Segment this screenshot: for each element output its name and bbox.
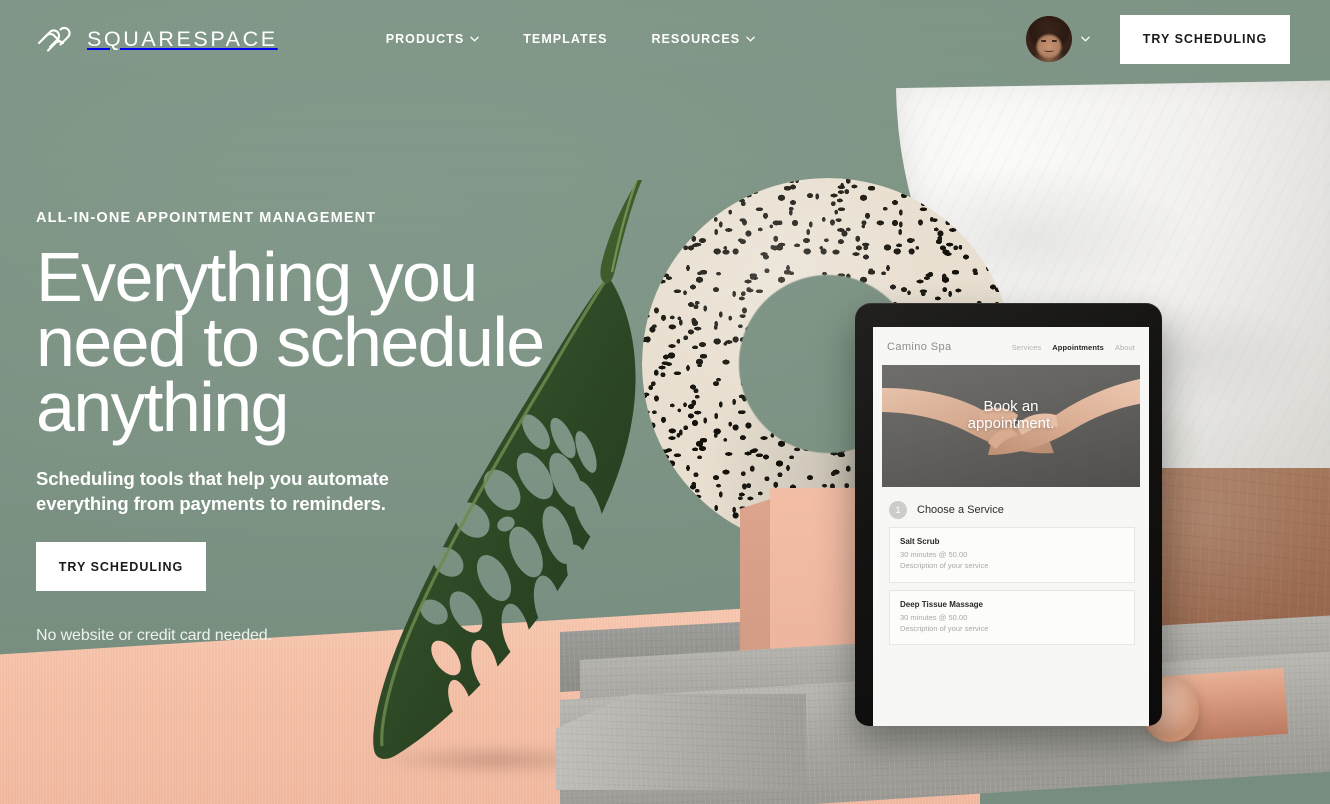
primary-nav-links: PRODUCTS TEMPLATES RESOURCES — [386, 32, 755, 46]
nav-label-templates: TEMPLATES — [523, 32, 608, 46]
chevron-down-icon — [746, 36, 755, 42]
tablet-nav-appointments[interactable]: Appointments — [1052, 343, 1104, 352]
nav-item-products[interactable]: PRODUCTS — [386, 32, 480, 46]
subhead-line-1: Scheduling tools that help you automate — [36, 468, 389, 490]
avatar-smile — [1044, 48, 1054, 52]
tablet-device-mockup: Camino Spa Services Appointments About B… — [855, 303, 1162, 726]
hero-content: ALL-IN-ONE APPOINTMENT MANAGEMENT Everyt… — [36, 210, 636, 645]
service-title: Salt Scrub — [900, 537, 940, 546]
tablet-hero-line-1: Book an — [983, 398, 1039, 415]
tablet-service-card[interactable]: Salt Scrub 30 minutes @ 50.00 Descriptio… — [889, 527, 1135, 583]
user-avatar[interactable] — [1026, 16, 1072, 62]
account-menu[interactable] — [1026, 16, 1090, 62]
nav-label-products: PRODUCTS — [385, 32, 465, 46]
top-navigation-bar: SQUARESPACE PRODUCTS TEMPLATES RESOURCES — [0, 0, 1330, 78]
tablet-step-header: 1 Choose a Service — [873, 487, 1149, 527]
squarespace-logo-icon — [36, 24, 74, 54]
page-root: Camino Spa Services Appointments About B… — [0, 0, 1330, 804]
hero-headline: Everything you need to schedule anything — [36, 238, 636, 447]
squarespace-logo[interactable]: SQUARESPACE — [36, 24, 278, 54]
tablet-nav-services[interactable]: Services — [1012, 343, 1042, 352]
service-description: Description of your service — [900, 623, 989, 633]
hero-subhead: Scheduling tools that help you automate … — [36, 467, 416, 516]
service-description: Description of your service — [900, 561, 989, 571]
try-scheduling-nav-button[interactable]: TRY SCHEDULING — [1120, 14, 1290, 64]
headline-line-2: need to schedule — [36, 303, 545, 382]
try-scheduling-hero-button[interactable]: TRY SCHEDULING — [36, 542, 206, 592]
chevron-down-icon — [470, 36, 480, 42]
subhead-line-2: everything from payments to reminders. — [36, 492, 386, 514]
tablet-step-label: Choose a Service — [917, 504, 1004, 516]
hero-fineprint: No website or credit card needed. — [36, 627, 272, 645]
nav-item-resources[interactable]: RESOURCES — [651, 32, 755, 46]
tablet-hero-text: Book an appointment. — [882, 398, 1140, 433]
headline-line-1: Everything you — [36, 238, 478, 316]
tablet-hero-image: Book an appointment. — [882, 365, 1140, 487]
service-meta: 30 minutes @ 50.00 — [900, 612, 968, 622]
nav-right-group: TRY SCHEDULING — [1026, 14, 1330, 64]
headline-line-3: anything — [36, 368, 289, 447]
tablet-site-nav: Services Appointments About — [1012, 343, 1135, 352]
nav-item-templates[interactable]: TEMPLATES — [523, 32, 607, 46]
logo-wordmark: SQUARESPACE — [87, 26, 278, 51]
tablet-step-number: 1 — [889, 501, 907, 519]
service-title: Deep Tissue Massage — [900, 599, 984, 609]
tablet-nav-about[interactable]: About — [1115, 343, 1135, 352]
tablet-hero-line-2: appointment. — [967, 414, 1055, 432]
service-meta: 30 minutes @ 50.00 — [900, 550, 968, 559]
tablet-site-header: Camino Spa Services Appointments About — [873, 327, 1149, 361]
avatar-eyes — [1040, 39, 1058, 43]
tablet-service-card[interactable]: Deep Tissue Massage 30 minutes @ 50.00 D… — [889, 589, 1135, 645]
tablet-screen: Camino Spa Services Appointments About B… — [873, 327, 1149, 726]
tablet-site-name: Camino Spa — [887, 341, 952, 353]
hero-eyebrow: ALL-IN-ONE APPOINTMENT MANAGEMENT — [36, 210, 377, 226]
nav-label-resources: RESOURCES — [651, 32, 741, 46]
chevron-down-icon[interactable] — [1081, 36, 1090, 42]
